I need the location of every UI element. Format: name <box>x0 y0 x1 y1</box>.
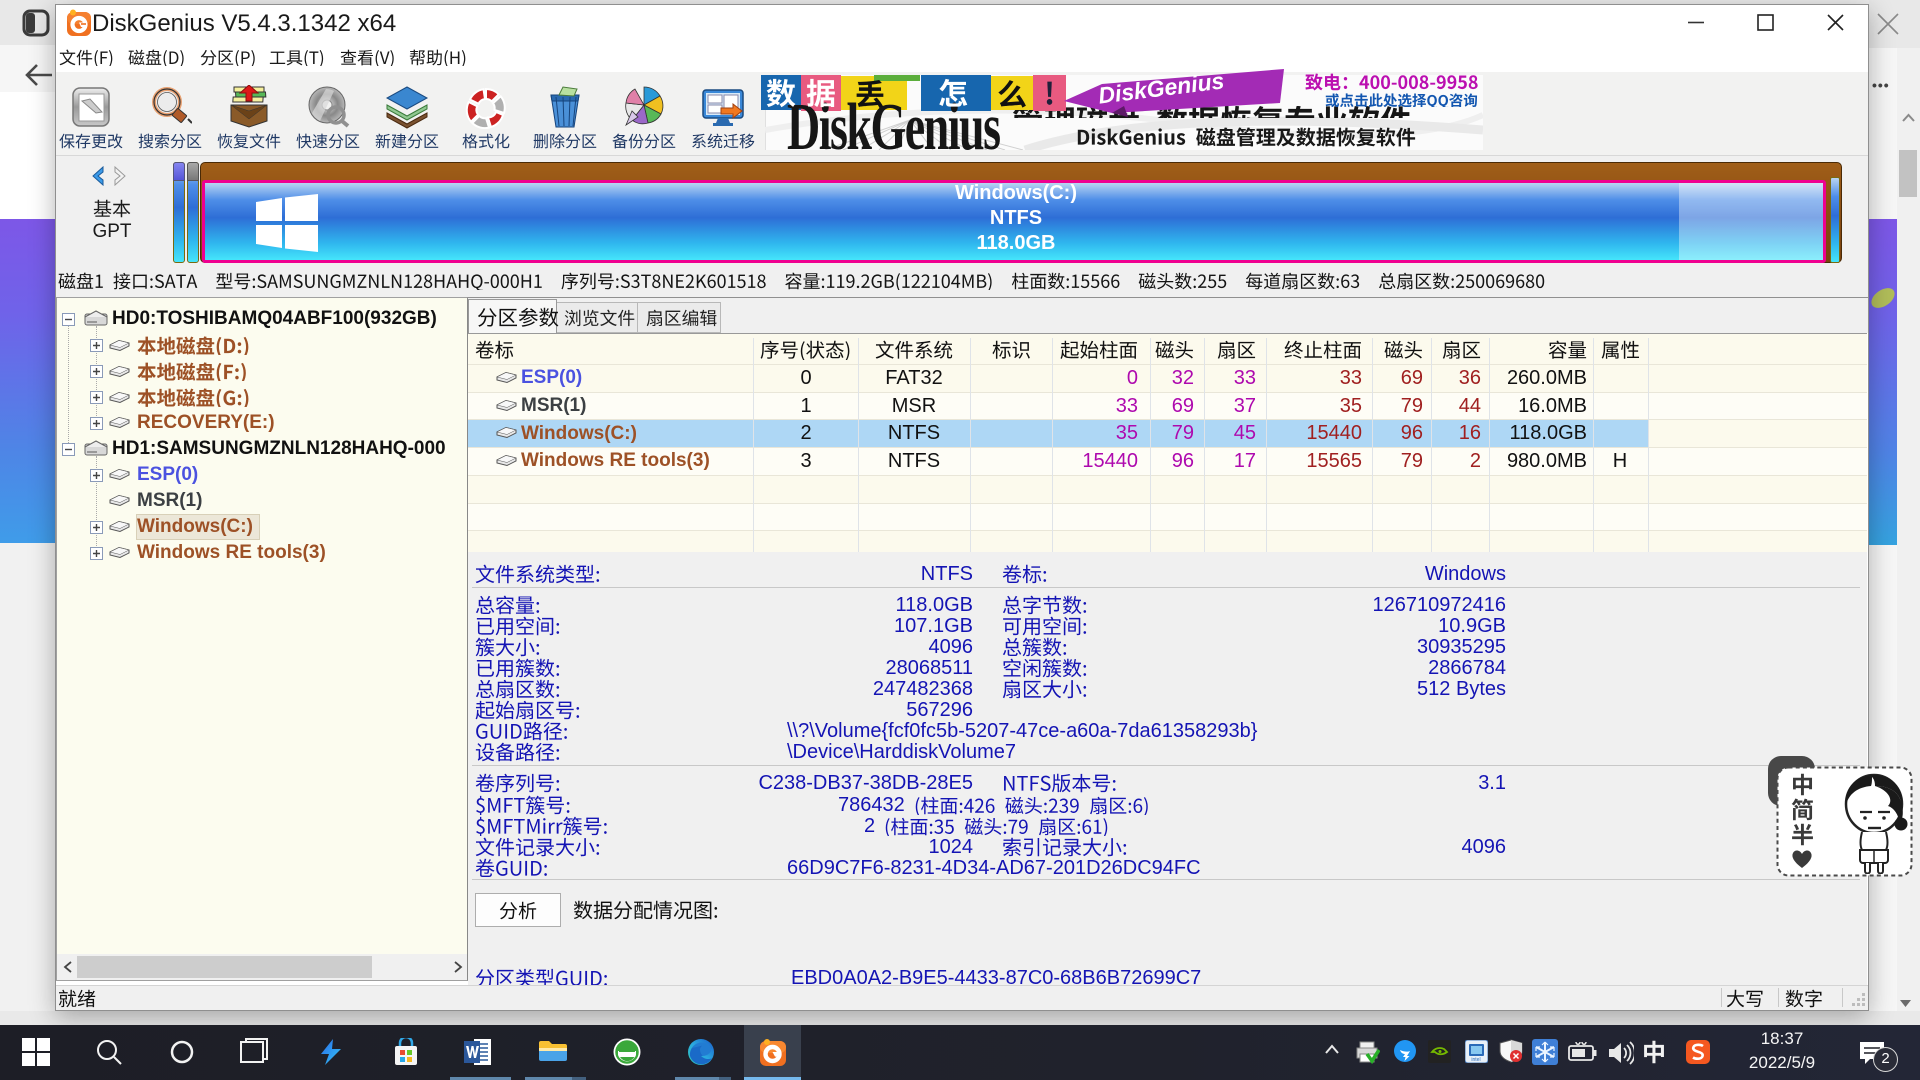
svg-text:intel: intel <box>1471 1057 1480 1063</box>
